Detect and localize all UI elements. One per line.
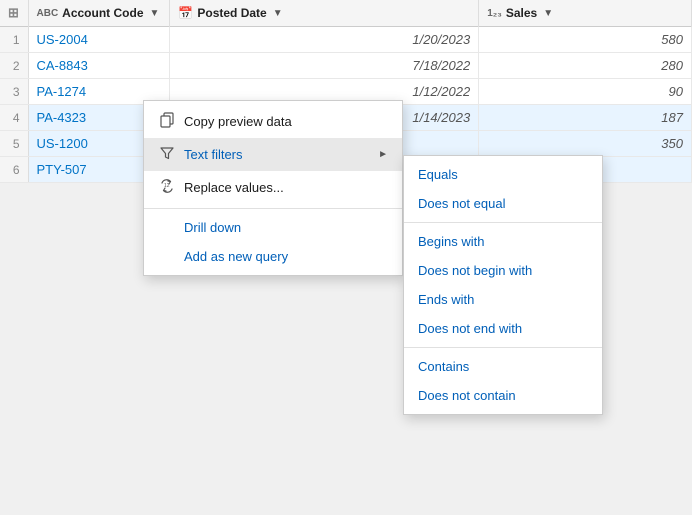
123-icon: 1₂₃ <box>487 8 502 19</box>
col-header-sales[interactable]: 1₂₃ Sales ▼ <box>479 0 692 27</box>
row-num-6: 6 <box>0 157 28 183</box>
text-filters-label: Text filters <box>184 147 370 162</box>
replace-icon: 12 <box>158 178 176 197</box>
sales-cell-4: 187 <box>479 105 692 131</box>
row-num-5: 5 <box>0 131 28 157</box>
submenu-item-contains[interactable]: Contains <box>404 352 602 381</box>
col-header-account[interactable]: ABC Account Code ▼ <box>28 0 170 27</box>
table-row[interactable]: 2 CA-8843 7/18/2022 280 <box>0 53 692 79</box>
contains-label: Contains <box>418 359 469 374</box>
does-not-end-with-label: Does not end with <box>418 321 522 336</box>
col-sales-filter-btn[interactable]: ▼ <box>541 8 555 19</box>
submenu-item-does-not-begin-with[interactable]: Does not begin with <box>404 256 602 285</box>
menu-item-copy-preview[interactable]: Copy preview data <box>144 105 402 138</box>
col-account-filter-btn[interactable]: ▼ <box>148 8 162 19</box>
does-not-contain-label: Does not contain <box>418 388 516 403</box>
row-num-2: 2 <box>0 53 28 79</box>
col-date-label: Posted Date <box>197 6 266 20</box>
context-menu: Copy preview data Text filters ► 12 Repl… <box>143 100 403 276</box>
text-filters-submenu: Equals Does not equal Begins with Does n… <box>403 155 603 415</box>
copy-preview-label: Copy preview data <box>184 114 388 129</box>
date-cell-1: 1/20/2023 <box>170 27 479 53</box>
sales-cell-5: 350 <box>479 131 692 157</box>
menu-item-text-filters[interactable]: Text filters ► <box>144 138 402 171</box>
drill-down-label: Drill down <box>184 220 388 235</box>
submenu-divider-1 <box>404 222 602 223</box>
sales-cell-2: 280 <box>479 53 692 79</box>
does-not-equal-label: Does not equal <box>418 196 505 211</box>
account-cell-1: US-2004 <box>28 27 170 53</box>
menu-item-add-query[interactable]: Add as new query <box>144 242 402 271</box>
menu-item-replace-values[interactable]: 12 Replace values... <box>144 171 402 204</box>
svg-text:12: 12 <box>164 183 170 189</box>
col-account-label: Account Code <box>62 6 143 20</box>
calendar-icon: 📅 <box>178 6 193 20</box>
menu-divider-1 <box>144 208 402 209</box>
does-not-begin-with-label: Does not begin with <box>418 263 532 278</box>
text-filters-chevron: ► <box>378 149 388 160</box>
copy-icon <box>158 112 176 131</box>
submenu-divider-2 <box>404 347 602 348</box>
abc-icon: ABC <box>37 8 59 19</box>
submenu-item-does-not-end-with[interactable]: Does not end with <box>404 314 602 343</box>
filter-icon <box>158 145 176 164</box>
submenu-item-begins-with[interactable]: Begins with <box>404 227 602 256</box>
col-header-index: ⊞ <box>0 0 28 27</box>
table-row[interactable]: 1 US-2004 1/20/2023 580 <box>0 27 692 53</box>
col-sales-label: Sales <box>506 6 537 20</box>
row-num-3: 3 <box>0 79 28 105</box>
col-date-filter-btn[interactable]: ▼ <box>271 8 285 19</box>
row-num-4: 4 <box>0 105 28 131</box>
replace-values-label: Replace values... <box>184 180 388 195</box>
begins-with-label: Begins with <box>418 234 484 249</box>
sales-cell-3: 90 <box>479 79 692 105</box>
row-num-1: 1 <box>0 27 28 53</box>
menu-item-drill-down[interactable]: Drill down <box>144 213 402 242</box>
submenu-item-ends-with[interactable]: Ends with <box>404 285 602 314</box>
sales-cell-1: 580 <box>479 27 692 53</box>
col-header-date[interactable]: 📅 Posted Date ▼ <box>170 0 479 27</box>
submenu-item-does-not-equal[interactable]: Does not equal <box>404 189 602 218</box>
account-cell-2: CA-8843 <box>28 53 170 79</box>
ends-with-label: Ends with <box>418 292 474 307</box>
date-cell-2: 7/18/2022 <box>170 53 479 79</box>
submenu-item-equals[interactable]: Equals <box>404 160 602 189</box>
grid-icon: ⊞ <box>8 5 19 21</box>
submenu-item-does-not-contain[interactable]: Does not contain <box>404 381 602 410</box>
add-query-label: Add as new query <box>184 249 388 264</box>
equals-label: Equals <box>418 167 458 182</box>
